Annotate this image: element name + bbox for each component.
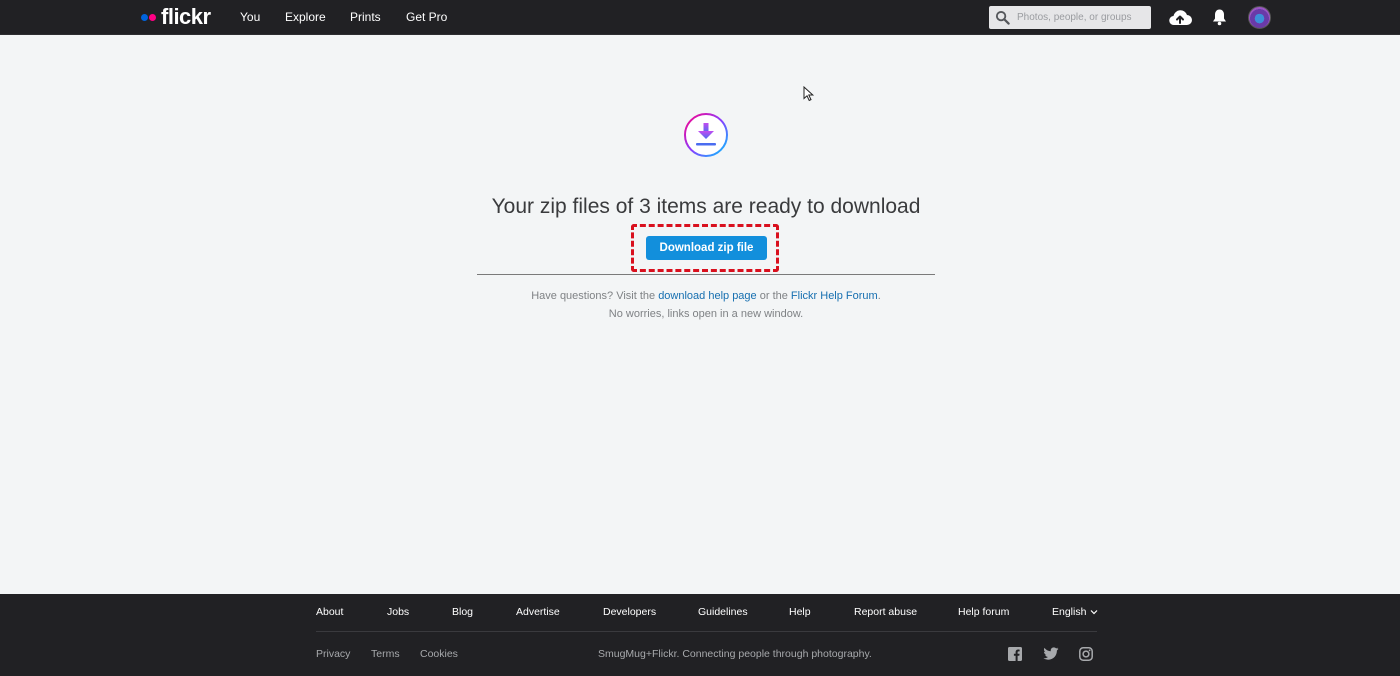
footer-link-privacy[interactable]: Privacy xyxy=(316,648,350,660)
logo-blue-dot xyxy=(141,13,148,21)
new-window-note: No worries, links open in a new window. xyxy=(608,308,804,320)
top-navigation-bar: flickr You Explore Prints Get Pro xyxy=(0,0,1400,35)
search-icon xyxy=(995,10,1010,25)
help-prefix: Have questions? Visit the xyxy=(531,290,659,302)
user-avatar[interactable] xyxy=(1248,6,1271,29)
facebook-icon[interactable] xyxy=(1008,647,1022,661)
logo-pink-dot xyxy=(149,13,156,21)
mouse-cursor-icon xyxy=(803,86,815,102)
nav-explore[interactable]: Explore xyxy=(285,10,326,25)
site-footer: About Jobs Blog Advertise Developers Gui… xyxy=(0,594,1400,676)
footer-link-help-forum[interactable]: Help forum xyxy=(958,606,1009,618)
flickr-help-forum-link[interactable]: Flickr Help Forum xyxy=(791,290,878,302)
download-help-page-link[interactable]: download help page xyxy=(658,290,756,302)
footer-link-terms[interactable]: Terms xyxy=(371,648,400,660)
footer-link-guidelines[interactable]: Guidelines xyxy=(698,606,748,618)
chevron-down-icon xyxy=(1091,610,1098,615)
language-label: English xyxy=(1052,606,1087,618)
footer-divider xyxy=(316,631,1097,632)
page-title: Your zip files of 3 items are ready to d… xyxy=(491,195,921,218)
help-middle: or the xyxy=(756,290,791,302)
content-divider xyxy=(477,274,935,275)
twitter-icon[interactable] xyxy=(1043,647,1059,661)
footer-link-cookies[interactable]: Cookies xyxy=(420,648,458,660)
footer-link-blog[interactable]: Blog xyxy=(452,606,473,618)
nav-you[interactable]: You xyxy=(240,10,260,25)
download-zip-button[interactable]: Download zip file xyxy=(646,236,767,260)
footer-link-developers[interactable]: Developers xyxy=(603,606,656,618)
download-icon xyxy=(684,113,728,157)
help-text: Have questions? Visit the download help … xyxy=(0,290,1400,302)
flickr-logo[interactable]: flickr xyxy=(141,6,211,28)
footer-link-help[interactable]: Help xyxy=(789,606,811,618)
instagram-icon[interactable] xyxy=(1079,647,1093,661)
footer-link-report-abuse[interactable]: Report abuse xyxy=(854,606,917,618)
footer-link-about[interactable]: About xyxy=(316,606,343,618)
nav-prints[interactable]: Prints xyxy=(350,10,381,25)
footer-tagline: SmugMug+Flickr. Connecting people throug… xyxy=(598,648,872,660)
logo-wordmark: flickr xyxy=(161,4,211,29)
language-selector[interactable]: English xyxy=(1052,606,1098,618)
nav-get-pro[interactable]: Get Pro xyxy=(406,10,447,25)
search-input[interactable] xyxy=(1017,9,1145,26)
footer-link-jobs[interactable]: Jobs xyxy=(387,606,409,618)
footer-link-advertise[interactable]: Advertise xyxy=(516,606,560,618)
upload-cloud-icon[interactable] xyxy=(1168,8,1192,26)
search-box[interactable] xyxy=(989,6,1151,29)
notification-bell-icon[interactable] xyxy=(1212,8,1227,26)
help-suffix: . xyxy=(877,290,881,302)
